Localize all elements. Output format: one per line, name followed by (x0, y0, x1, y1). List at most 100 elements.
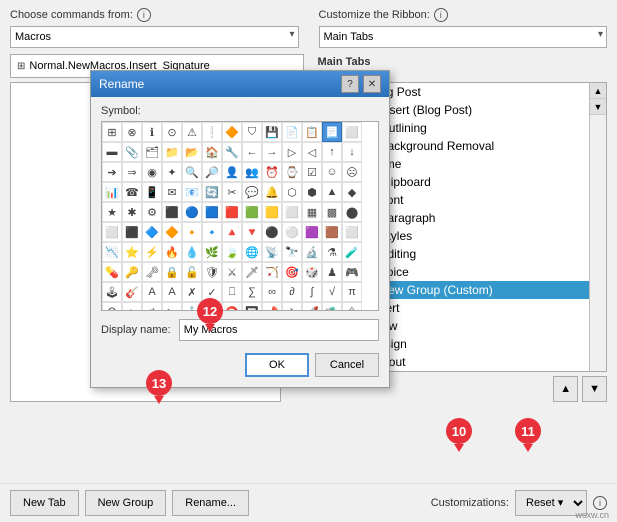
symbol-cell[interactable]: 🛸 (322, 302, 342, 311)
symbol-cell[interactable]: 🎮 (342, 262, 362, 282)
symbol-cell[interactable]: 🔶 (162, 222, 182, 242)
symbol-cell[interactable]: ⭕ (222, 302, 242, 311)
symbol-cell[interactable]: ★ (102, 202, 122, 222)
symbol-cell[interactable]: ⚡ (142, 242, 162, 262)
symbol-cell[interactable]: A (142, 282, 162, 302)
symbol-cell[interactable]: ∫ (302, 282, 322, 302)
symbol-cell[interactable]: 🔍 (182, 162, 202, 182)
symbol-cell[interactable]: 📂 (182, 142, 202, 162)
symbol-cell[interactable]: ∂ (282, 282, 302, 302)
symbol-cell[interactable]: 🔗 (202, 302, 222, 311)
symbol-cell[interactable]: 📋 (302, 122, 322, 142)
symbol-cell[interactable]: ⚪ (282, 222, 302, 242)
symbol-cell[interactable]: 🎯 (282, 262, 302, 282)
symbol-cell[interactable]: 🔶 (222, 122, 242, 142)
symbol-cell[interactable]: 🎸 (122, 282, 142, 302)
symbol-cell[interactable]: 🗡 (242, 262, 262, 282)
symbol-cell[interactable]: ▷ (282, 142, 302, 162)
symbol-cell[interactable]: ⚓ (182, 302, 202, 311)
symbol-cell[interactable]: 🎲 (302, 262, 322, 282)
symbol-cell[interactable]: 📌 (262, 302, 282, 311)
symbol-cell[interactable]: ⭐ (122, 242, 142, 262)
symbol-cell[interactable]: 📉 (102, 242, 122, 262)
symbol-cell[interactable]: 📄 (282, 122, 302, 142)
symbol-cell[interactable]: 🔬 (302, 242, 322, 262)
symbol-cell[interactable]: ⬡ (282, 182, 302, 202)
dialog-help-btn[interactable]: ? (341, 75, 359, 93)
symbol-cell[interactable]: ↓ (342, 142, 362, 162)
cancel-button[interactable]: Cancel (315, 353, 379, 377)
display-name-input[interactable] (179, 319, 379, 341)
symbol-cell[interactable]: ▲ (322, 182, 342, 202)
symbol-cell[interactable]: ⚔ (222, 262, 242, 282)
symbol-cell[interactable]: ⚠ (182, 122, 202, 142)
symbol-grid[interactable]: ⊞⊗ℹ⊙⚠❕🔶⛉💾📄📋📃⬜▬📎🗂📁📂🏠🔧←→▷◁↑↓➔⇒◉✦🔍🔎👤👥⏰⌚☑☺☹📊… (101, 121, 379, 311)
ok-button[interactable]: OK (245, 353, 309, 377)
symbol-cell[interactable]: ∑ (242, 282, 262, 302)
symbol-cell[interactable]: 🏔 (342, 302, 362, 311)
symbol-cell[interactable]: 👤 (222, 162, 242, 182)
symbol-cell[interactable]: ✂ (222, 182, 242, 202)
symbol-cell[interactable]: ⬤ (342, 202, 362, 222)
symbol-cell[interactable]: ↑ (322, 142, 342, 162)
symbol-cell[interactable]: ⬢ (302, 182, 322, 202)
symbol-cell[interactable]: 🌐 (242, 242, 262, 262)
symbol-cell[interactable]: 🔲 (242, 302, 262, 311)
symbol-cell[interactable]: 🟨 (262, 202, 282, 222)
symbol-cell[interactable]: 📡 (262, 242, 282, 262)
symbol-cell[interactable]: 🗝 (142, 262, 162, 282)
symbol-cell[interactable]: ⚙ (142, 202, 162, 222)
symbol-cell[interactable]: √ (322, 282, 342, 302)
symbol-cell[interactable]: ▦ (302, 202, 322, 222)
symbol-cell[interactable]: ⏰ (262, 162, 282, 182)
symbol-cell[interactable]: 🌿 (202, 242, 222, 262)
symbol-cell[interactable]: 🔥 (162, 242, 182, 262)
symbol-cell[interactable]: ≈ (122, 302, 142, 311)
symbol-cell[interactable]: 🔷 (142, 222, 162, 242)
symbol-cell[interactable]: ❕ (202, 122, 222, 142)
symbol-cell[interactable]: ☹ (342, 162, 362, 182)
symbol-cell[interactable]: ☺ (322, 162, 342, 182)
symbol-cell[interactable]: ✉ (162, 182, 182, 202)
symbol-cell[interactable]: 🟦 (202, 202, 222, 222)
symbol-cell[interactable]: 📃 (322, 122, 342, 142)
symbol-cell[interactable]: 💧 (182, 242, 202, 262)
symbol-cell[interactable]: A (162, 282, 182, 302)
symbol-cell[interactable]: 🕹 (102, 282, 122, 302)
symbol-cell[interactable]: ◆ (342, 182, 362, 202)
symbol-cell[interactable]: 🔻 (242, 222, 262, 242)
symbol-cell[interactable]: ◁ (302, 142, 322, 162)
symbol-cell[interactable]: ✓ (202, 282, 222, 302)
symbol-cell[interactable]: ✦ (162, 162, 182, 182)
symbol-cell[interactable]: 🔺 (222, 222, 242, 242)
symbol-cell[interactable]: 🔸 (182, 222, 202, 242)
symbol-cell[interactable]: 🏠 (202, 142, 222, 162)
symbol-cell[interactable]: ℹ (142, 122, 162, 142)
symbol-cell[interactable]: ▬ (102, 142, 122, 162)
symbol-cell[interactable]: ♟ (322, 262, 342, 282)
symbol-cell[interactable]: 👥 (242, 162, 262, 182)
symbol-cell[interactable]: ⚗ (322, 242, 342, 262)
symbol-cell[interactable]: ✱ (122, 202, 142, 222)
symbol-cell[interactable]: 🔓 (182, 262, 202, 282)
symbol-cell[interactable]: ⊞ (102, 122, 122, 142)
symbol-cell[interactable]: 📎 (122, 142, 142, 162)
symbol-cell[interactable]: 🟫 (322, 222, 342, 242)
symbol-cell[interactable]: ☎ (122, 182, 142, 202)
symbol-cell[interactable]: ⎕ (222, 282, 242, 302)
symbol-cell[interactable]: 🔔 (262, 182, 282, 202)
symbol-cell[interactable]: 🔧 (222, 142, 242, 162)
symbol-cell[interactable]: ☑ (302, 162, 322, 182)
symbol-cell[interactable]: 🗂 (142, 142, 162, 162)
symbol-cell[interactable]: 🔄 (202, 182, 222, 202)
symbol-cell[interactable]: ✈ (282, 302, 302, 311)
symbol-cell[interactable]: → (262, 142, 282, 162)
symbol-cell[interactable]: ⬛ (162, 202, 182, 222)
symbol-cell[interactable]: 📁 (162, 142, 182, 162)
symbol-cell[interactable]: 📊 (102, 182, 122, 202)
symbol-cell[interactable]: 🔭 (282, 242, 302, 262)
symbol-cell[interactable]: ⬜ (282, 202, 302, 222)
symbol-cell[interactable]: ⬛ (122, 222, 142, 242)
symbol-cell[interactable]: 🔹 (202, 222, 222, 242)
symbol-cell[interactable]: 🔑 (122, 262, 142, 282)
